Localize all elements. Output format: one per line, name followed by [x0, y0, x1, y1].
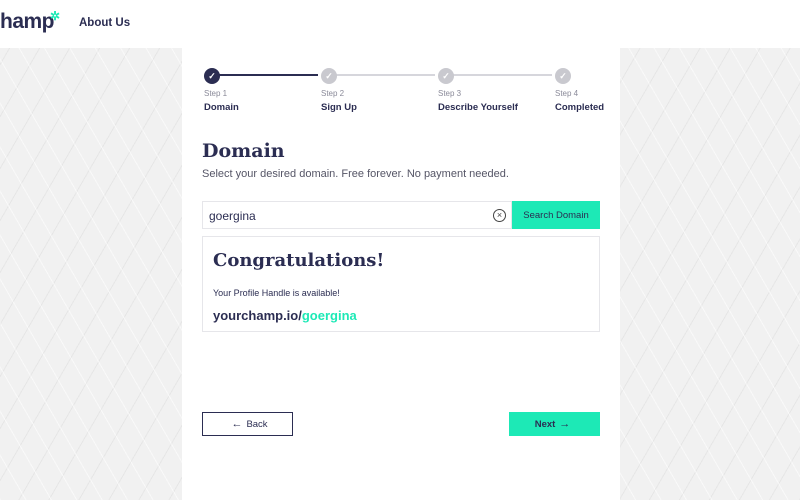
top-nav-bar: hamp ✲ About Us	[0, 0, 800, 48]
availability-result-card: Congratulations! Your Profile Handle is …	[202, 236, 600, 332]
page-subtitle: Select your desired domain. Free forever…	[202, 168, 509, 180]
signup-panel: ✓ Step 1 Domain ✓ Step 2 Sign Up ✓ Step …	[182, 48, 620, 500]
search-domain-button[interactable]: Search Domain	[512, 201, 600, 229]
domain-search-box: ×	[202, 201, 512, 229]
clear-circle-icon[interactable]: ×	[493, 209, 506, 222]
url-prefix: yourchamp.io/	[213, 308, 302, 323]
back-button[interactable]: ← Back	[202, 412, 293, 436]
check-icon: ✓	[321, 68, 337, 84]
arrow-left-icon: ←	[231, 418, 243, 430]
brand-logo[interactable]: hamp	[0, 10, 55, 34]
url-handle: goergina	[301, 308, 357, 323]
step-label: Completed	[555, 102, 605, 113]
step-sign-up[interactable]: ✓ Step 2 Sign Up	[321, 68, 357, 113]
next-button-label: Next	[534, 419, 556, 430]
back-button-label: Back	[246, 419, 268, 430]
next-button[interactable]: Next →	[509, 412, 600, 436]
step-number: Step 1	[204, 89, 228, 98]
check-icon: ✓	[204, 68, 220, 84]
step-label: Domain	[204, 102, 239, 113]
step-label: Describe Yourself	[438, 102, 518, 113]
step-number: Step 3	[438, 89, 462, 98]
progress-stepper: ✓ Step 1 Domain ✓ Step 2 Sign Up ✓ Step …	[202, 68, 604, 118]
step-label: Sign Up	[321, 102, 357, 113]
page-title: Domain	[202, 140, 285, 162]
profile-url: yourchamp.io/goergina	[213, 308, 357, 323]
arrow-right-icon: →	[559, 418, 571, 430]
domain-search-input[interactable]	[209, 207, 479, 225]
result-message: Your Profile Handle is available!	[213, 288, 340, 298]
logo-star-icon: ✲	[50, 9, 61, 23]
step-number: Step 2	[321, 89, 345, 98]
check-icon: ✓	[555, 68, 571, 84]
step-domain[interactable]: ✓ Step 1 Domain	[204, 68, 239, 113]
step-completed[interactable]: ✓ Step 4 Completed	[555, 68, 604, 113]
result-heading: Congratulations!	[213, 250, 385, 271]
nav-link-about-us[interactable]: About Us	[79, 17, 130, 29]
step-describe-yourself[interactable]: ✓ Step 3 Describe Yourself	[438, 68, 518, 113]
check-icon: ✓	[438, 68, 454, 84]
step-number: Step 4	[555, 89, 579, 98]
